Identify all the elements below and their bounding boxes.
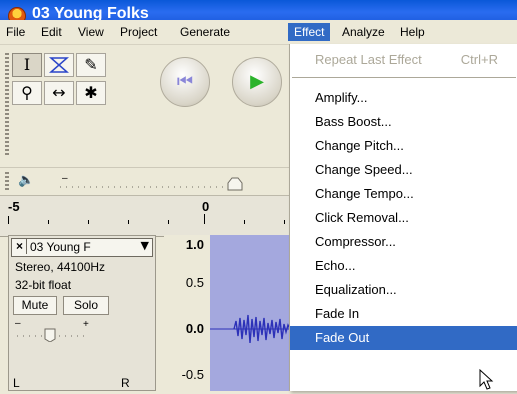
solo-button[interactable]: Solo [63,296,109,315]
pan-left-label: L [13,376,20,390]
scale-label: 1.0 [185,237,204,252]
track-format: Stereo, 44100Hz [15,260,106,274]
ruler-tick [128,220,129,224]
skip-to-start-button[interactable]: ⏮ [160,57,210,107]
menu-item-echo[interactable]: Echo... [290,254,517,278]
scale-label: 0.5 [185,275,204,290]
effect-menu-dropdown: Repeat Last Effect Ctrl+R Amplify... Bas… [289,44,517,391]
menu-item-label: Fade In [315,306,360,321]
menu-item-label: Repeat Last Effect [315,52,422,67]
speaker-icon: 🔈 [18,173,35,188]
track-bitdepth: 32-bit float [15,278,72,292]
menu-generate[interactable]: Generate [174,23,236,41]
menu-item-label: Change Pitch... [315,138,404,153]
svg-text:+: + [83,319,89,330]
ruler-label-neg5: -5 [8,199,20,214]
mixer-grip[interactable] [5,172,9,192]
menu-item-label: Fade Out [315,330,370,345]
output-volume-slider[interactable]: – [60,174,280,192]
menu-analyze[interactable]: Analyze [336,23,391,41]
chevron-down-icon[interactable]: ▼ [141,239,149,252]
svg-text:–: – [62,174,68,184]
menu-project[interactable]: Project [114,23,163,41]
menu-item-repeat-last-effect: Repeat Last Effect Ctrl+R [290,48,517,72]
timeshift-tool-icon[interactable]: ↔ [44,81,74,105]
menu-help[interactable]: Help [394,23,431,41]
toolbar-grip[interactable] [5,53,9,157]
menu-item-label: Amplify... [315,90,368,105]
menu-bar: File Edit View Project Generate Effect A… [0,20,517,45]
scale-label: 0.0 [185,321,204,336]
scale-label: -0.5 [181,367,204,382]
menu-item-change-pitch[interactable]: Change Pitch... [290,134,517,158]
menu-item-label: Click Removal... [315,210,409,225]
multi-tool-icon[interactable]: ✱ [76,81,106,105]
envelope-tool-icon[interactable] [44,53,74,77]
zoom-tool-icon[interactable]: ⚲ [12,81,42,105]
menu-item-label: Bass Boost... [315,114,392,129]
menu-file[interactable]: File [0,23,31,41]
svg-text:–: – [15,318,21,329]
menu-item-next-partial[interactable] [290,350,517,370]
gain-slider[interactable]: – + [15,318,95,342]
ruler-label-0: 0 [202,199,210,214]
envelope-tool-glyph [49,57,69,73]
timeline-ruler[interactable]: -5 0 [0,195,290,237]
waveform-graphic [210,314,291,344]
play-button[interactable]: ▶ [232,57,282,107]
menu-effect[interactable]: Effect [288,23,331,41]
menu-item-bass-boost[interactable]: Bass Boost... [290,110,517,134]
menu-item-compressor[interactable]: Compressor... [290,230,517,254]
track-name-dropdown[interactable]: × 03 Young F ▼ [11,238,153,257]
track-name: 03 Young F [30,240,91,254]
draw-tool-icon[interactable]: ✎ [76,53,106,77]
ruler-tick [204,214,205,224]
waveform-display[interactable] [210,235,291,391]
ruler-tick [8,216,9,224]
menu-item-label: Change Speed... [315,162,413,177]
menu-item-amplify[interactable]: Amplify... [290,86,517,110]
menu-view[interactable]: View [72,23,110,41]
track-control-panel: × 03 Young F ▼ Stereo, 44100Hz 32-bit fl… [8,235,156,391]
amplitude-scale: 1.0 0.5 0.0 -0.5 [164,235,210,391]
menu-item-label: Compressor... [315,234,396,249]
mixer-toolbar: 🔈 – [0,167,290,196]
menu-item-change-speed[interactable]: Change Speed... [290,158,517,182]
audio-track: × 03 Young F ▼ Stereo, 44100Hz 32-bit fl… [8,235,291,391]
menu-item-label: Echo... [315,258,356,273]
menu-item-label: Change Tempo... [315,186,414,201]
ruler-tick [284,220,285,224]
menu-item-shortcut: Ctrl+R [460,52,498,67]
menu-item-fade-out[interactable]: Fade Out [290,326,517,350]
menu-item-label: Equalization... [315,282,397,297]
mouse-cursor-icon [479,369,494,390]
track-close-icon[interactable]: × [13,239,27,254]
ruler-tick [48,220,49,224]
ruler-tick [244,220,245,224]
pan-right-label: R [121,376,130,390]
selection-tool-icon[interactable]: I [12,53,42,77]
menu-item-click-removal[interactable]: Click Removal... [290,206,517,230]
menu-separator [292,77,516,78]
ruler-tick [168,220,169,224]
menu-item-change-tempo[interactable]: Change Tempo... [290,182,517,206]
menu-item-equalization[interactable]: Equalization... [290,278,517,302]
tools-toolbar: I ✎ ⚲ ↔ ✱ ⏮ ▶ [0,45,290,170]
menu-edit[interactable]: Edit [35,23,68,41]
menu-item-fade-in[interactable]: Fade In [290,302,517,326]
mute-button[interactable]: Mute [13,296,57,315]
ruler-tick [88,220,89,224]
